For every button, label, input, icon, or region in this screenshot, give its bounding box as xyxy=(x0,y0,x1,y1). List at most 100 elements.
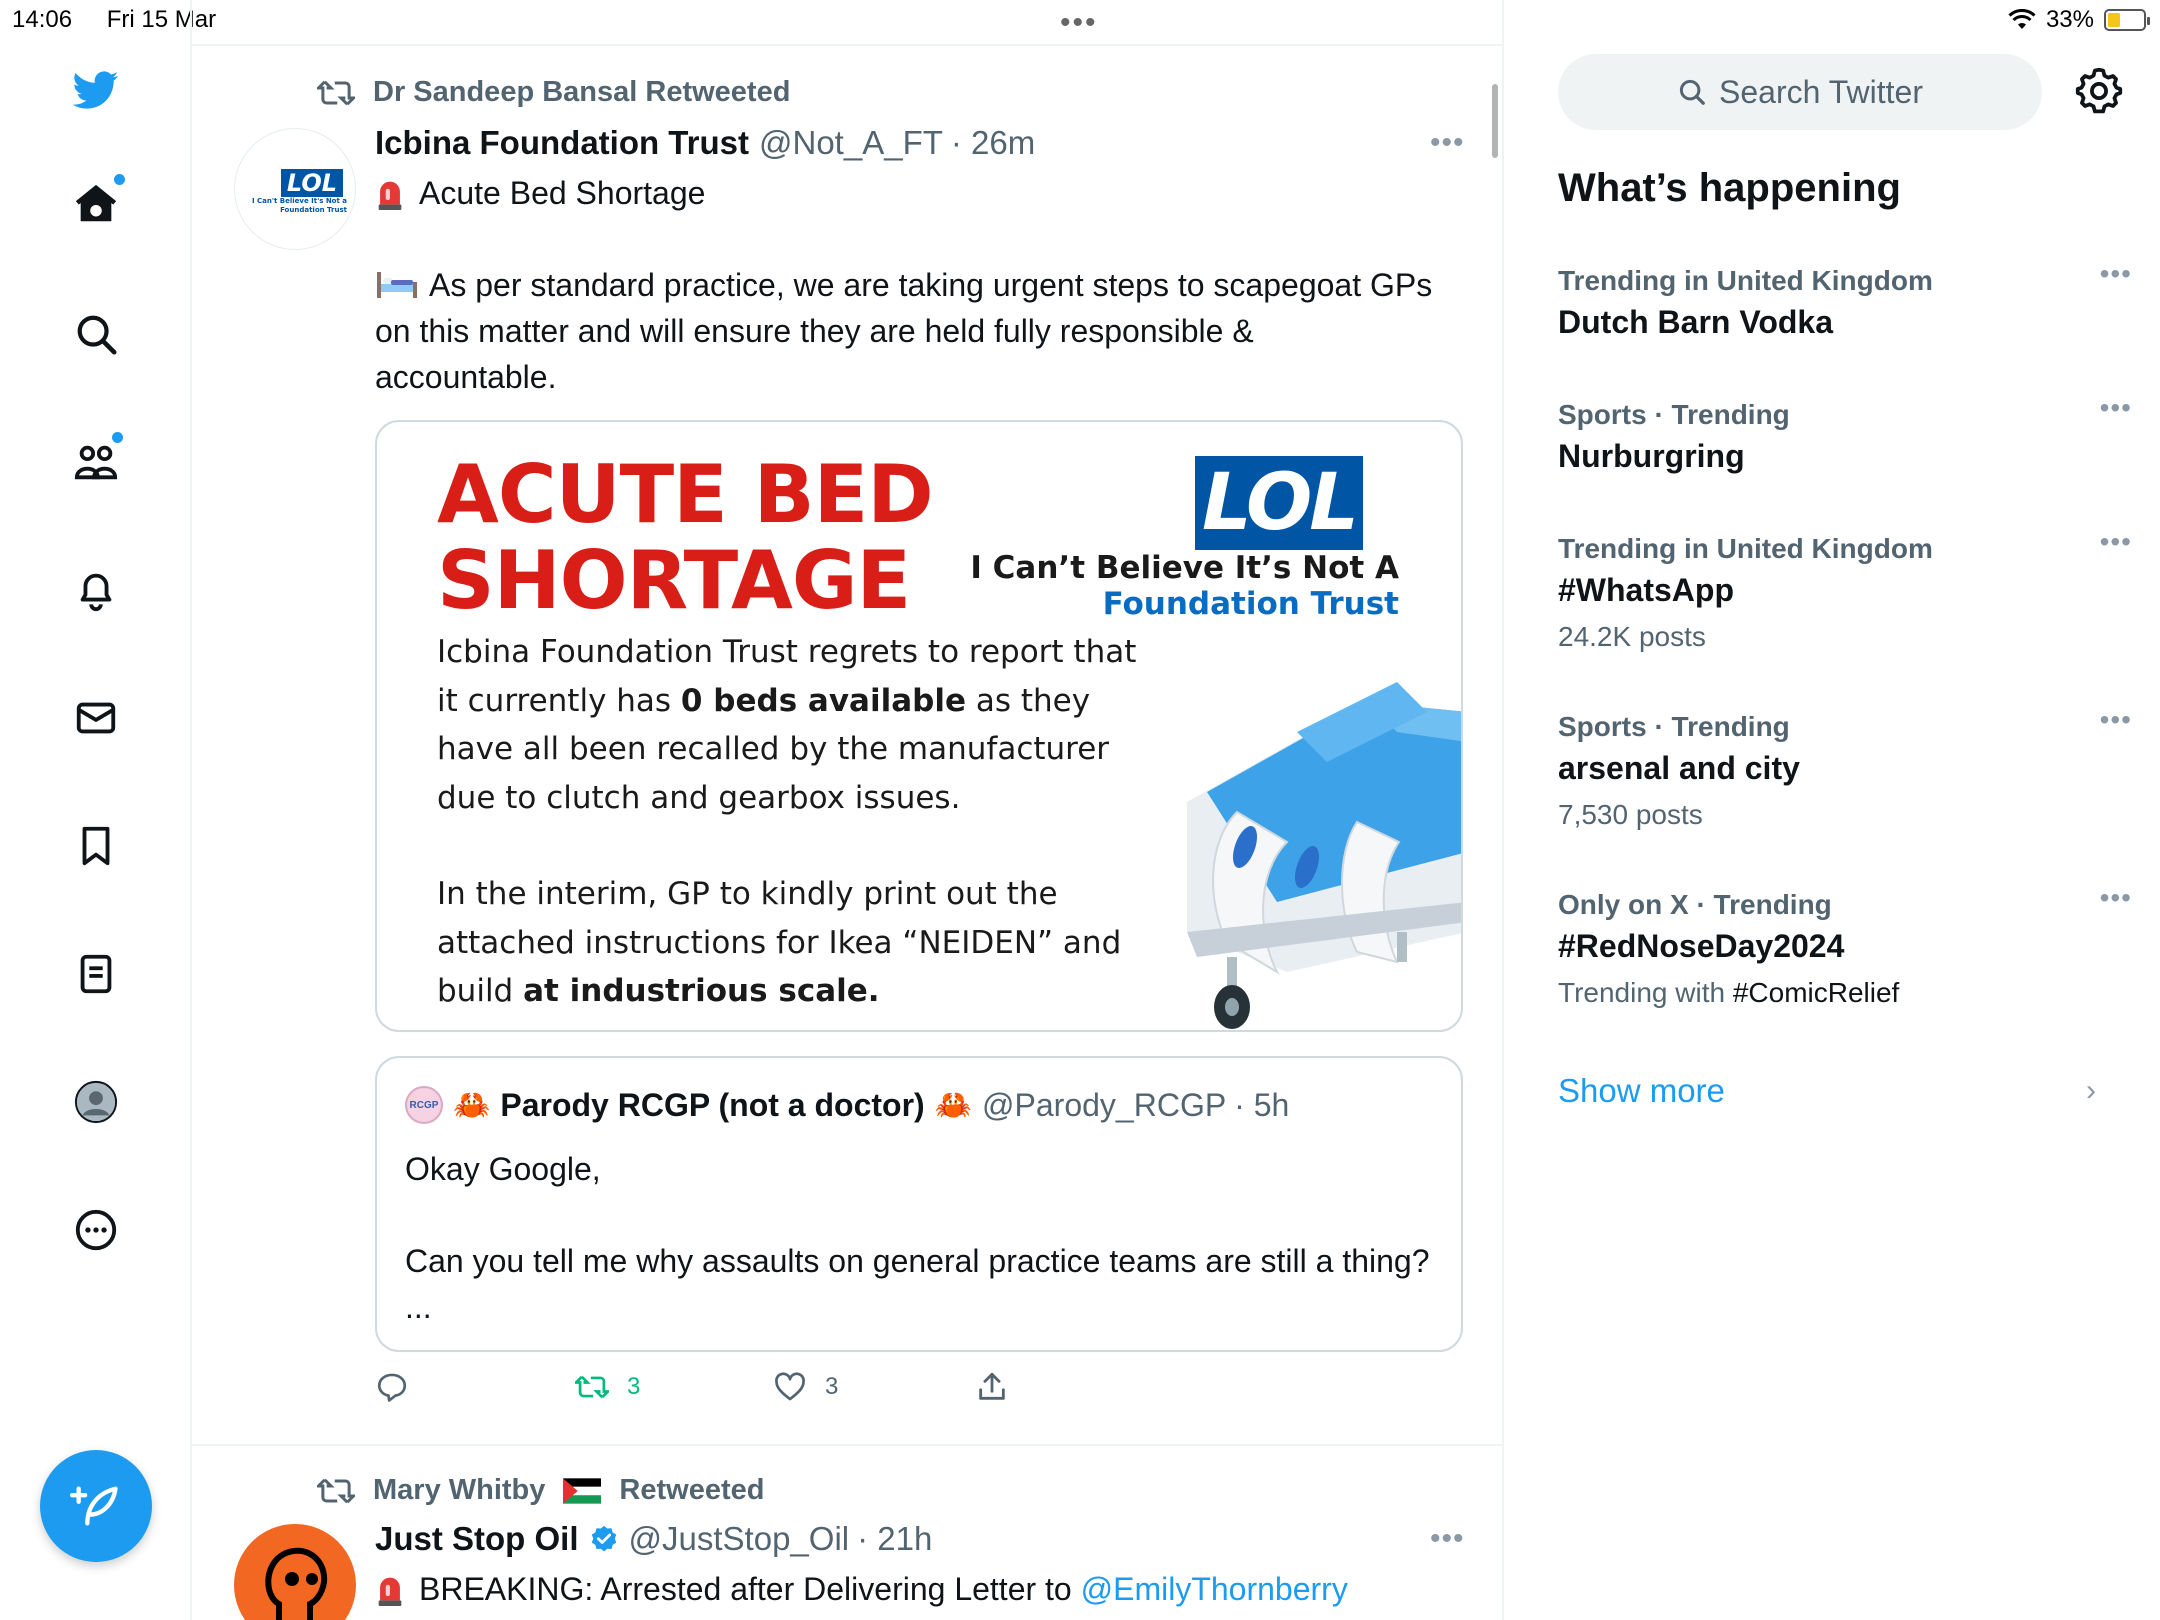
envelope-icon xyxy=(76,702,116,734)
trend-related-prefix: Trending with xyxy=(1558,977,1733,1008)
nav-profile[interactable] xyxy=(64,1070,128,1134)
timeline-scrollbar[interactable] xyxy=(1492,84,1498,158)
media-title-line-1: ACUTE BED xyxy=(437,448,934,541)
search-input[interactable]: Search Twitter xyxy=(1558,54,2042,130)
communities-new-dot xyxy=(112,432,123,443)
retweet-count: 3 xyxy=(627,1373,641,1400)
tweet-text: Acute Bed Shortage As per standard pract… xyxy=(375,170,1435,400)
retweeted-by-name[interactable]: Mary Whitby xyxy=(373,1474,545,1507)
retweet-icon xyxy=(575,1375,609,1399)
more-circle-icon xyxy=(75,1209,117,1251)
author-name[interactable]: Icbina Foundation Trust xyxy=(375,124,749,162)
nav-communities[interactable] xyxy=(64,430,128,494)
bed-emoji-icon xyxy=(377,272,417,298)
like-button[interactable]: 3 xyxy=(773,1370,838,1404)
nav-explore[interactable] xyxy=(64,302,128,366)
timeline-top-divider xyxy=(192,44,1502,46)
tweet-more-button[interactable]: ••• xyxy=(1430,126,1465,160)
nav-home[interactable] xyxy=(64,172,128,236)
show-more-link[interactable]: Show more xyxy=(1558,1072,1725,1110)
nav-lists[interactable] xyxy=(64,942,128,1006)
tweet-text: BREAKING: Arrested after Delivering Lett… xyxy=(375,1566,1435,1612)
trend-related: Trending with #ComicRelief xyxy=(1558,976,2118,1010)
tweet-text-line-2: As per standard practice, we are taking … xyxy=(375,262,1435,400)
profile-avatar-icon xyxy=(74,1080,118,1124)
trend-item[interactable]: Sports · Trending arsenal and city 7,530… xyxy=(1558,704,2131,832)
left-navigation xyxy=(0,0,192,1620)
quote-author-handle[interactable]: @Parody_RCGP xyxy=(982,1087,1226,1124)
tweet-more-button[interactable]: ••• xyxy=(1430,1522,1465,1556)
tweet-header: Icbina Foundation Trust @Not_A_FT · 26m xyxy=(375,124,1035,162)
home-new-dot xyxy=(114,174,125,185)
avatar[interactable]: LOL I Can't Believe It's Not a Foundatio… xyxy=(234,128,356,250)
trend-more-button[interactable]: ••• xyxy=(2100,258,2132,290)
retweeted-suffix: Retweeted xyxy=(619,1474,765,1506)
author-name[interactable]: Just Stop Oil xyxy=(375,1520,579,1558)
search-placeholder: Search Twitter xyxy=(1719,73,1923,110)
avatar-logo-subtitle: I Can't Believe It's Not a Foundation Tr… xyxy=(251,197,347,214)
trend-item[interactable]: Only on X · Trending #RedNoseDay2024 Tre… xyxy=(1558,882,2131,1010)
share-button[interactable] xyxy=(975,1370,1009,1404)
retweet-attribution: Dr Sandeep Bansal Retweeted xyxy=(317,76,790,109)
nav-bookmarks[interactable] xyxy=(64,814,128,878)
tweet-time[interactable]: · 21h xyxy=(857,1520,932,1558)
quote-avatar[interactable]: RCGP xyxy=(405,1086,443,1124)
trend-post-count: 24.2K posts xyxy=(1558,621,1706,652)
quote-author-name[interactable]: Parody RCGP (not a doctor) xyxy=(500,1087,924,1124)
author-handle[interactable]: @Not_A_FT xyxy=(759,124,943,162)
trend-more-button[interactable]: ••• xyxy=(2100,392,2132,424)
media-body-text: Icbina Foundation Trust regrets to repor… xyxy=(437,628,1157,1016)
quote-text-line-2: Can you tell me why assaults on general … xyxy=(405,1243,1430,1325)
communities-icon xyxy=(74,445,118,480)
search-icon xyxy=(77,315,117,355)
compose-tweet-button[interactable] xyxy=(40,1450,152,1562)
hospital-bed-illustration xyxy=(1187,682,1461,1029)
reply-button[interactable] xyxy=(375,1370,427,1404)
avatar-logo-text: LOL xyxy=(281,169,343,197)
lists-icon xyxy=(80,954,112,994)
trend-topic: Nurburgring xyxy=(1558,438,1745,474)
trend-related-tag[interactable]: #ComicRelief xyxy=(1733,977,1900,1008)
quote-tweet[interactable]: RCGP 🦀 Parody RCGP (not a doctor) 🦀 @Par… xyxy=(375,1056,1463,1352)
trend-item[interactable]: Trending in United Kingdom #WhatsApp 24.… xyxy=(1558,526,2131,654)
like-count: 3 xyxy=(825,1373,839,1400)
chevron-right-icon[interactable]: › xyxy=(2086,1074,2096,1108)
trend-item[interactable]: Trending in United Kingdom Dutch Barn Vo… xyxy=(1558,258,2131,342)
share-icon xyxy=(979,1372,1005,1400)
crab-emoji-icon: 🦀 xyxy=(453,1088,491,1122)
media-title-line-2: SHORTAGE xyxy=(437,534,911,627)
palestine-flag-icon xyxy=(563,1477,602,1504)
tweet-media-image[interactable]: ACUTE BED SHORTAGE LOL I Can’t Believe I… xyxy=(375,420,1463,1032)
search-icon xyxy=(1679,79,1705,105)
timeline: Dr Sandeep Bansal Retweeted LOL I Can't … xyxy=(192,0,1504,1620)
verified-badge-icon xyxy=(591,1525,616,1552)
reply-icon xyxy=(377,1373,407,1402)
avatar[interactable] xyxy=(234,1524,356,1620)
author-handle[interactable]: @JustStop_Oil xyxy=(629,1520,850,1558)
nav-notifications[interactable] xyxy=(64,558,128,622)
lol-logo: LOL xyxy=(1195,456,1363,550)
heart-icon xyxy=(775,1372,805,1401)
nav-more[interactable] xyxy=(64,1198,128,1262)
quote-time[interactable]: · 5h xyxy=(1234,1087,1289,1124)
retweet-attribution: Mary Whitby Retweeted xyxy=(317,1474,764,1507)
trend-topic: #WhatsApp xyxy=(1558,572,1734,608)
trend-more-button[interactable]: ••• xyxy=(2100,704,2132,736)
bird-icon xyxy=(73,71,119,109)
trend-topic: #RedNoseDay2024 xyxy=(1558,928,1845,964)
settings-gear-icon[interactable] xyxy=(2074,66,2124,116)
trend-context: Trending in United Kingdom xyxy=(1558,533,1933,564)
twitter-logo-icon[interactable] xyxy=(64,58,128,122)
trend-item[interactable]: Sports · Trending Nurburgring ••• xyxy=(1558,392,2131,476)
nav-messages[interactable] xyxy=(64,686,128,750)
mention-link[interactable]: @EmilyThornberry xyxy=(1081,1571,1348,1607)
trend-more-button[interactable]: ••• xyxy=(2100,526,2132,558)
trend-more-button[interactable]: ••• xyxy=(2100,882,2132,914)
media-paragraph-2: In the interim, GP to kindly print out t… xyxy=(437,876,1122,1009)
bookmark-icon xyxy=(82,826,110,866)
tweet-time[interactable]: · 26m xyxy=(951,124,1035,162)
trend-topic: arsenal and city xyxy=(1558,750,1800,786)
retweet-button[interactable]: 3 xyxy=(575,1370,640,1404)
right-sidebar: Search Twitter What’s happening Trending… xyxy=(1504,0,2160,1620)
retweeted-by-text[interactable]: Dr Sandeep Bansal Retweeted xyxy=(373,76,790,109)
